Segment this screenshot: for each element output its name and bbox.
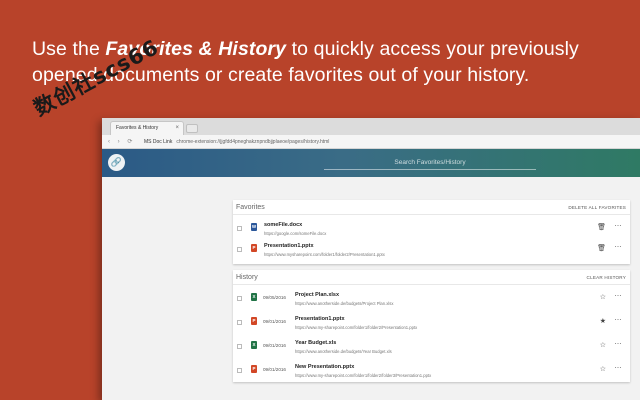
star-icon[interactable]: ☆	[600, 341, 606, 349]
word-file-icon: W	[251, 223, 257, 231]
link-icon[interactable]: 🔗	[108, 154, 125, 171]
address-bar[interactable]: ‹ › ⟳ MS Doc Link chrome-extension://jjg…	[102, 135, 640, 149]
list-item[interactable]: WsomeFile.docx https://google.com/someFil…	[233, 218, 630, 240]
item-date: 09/05/2016	[263, 295, 286, 300]
more-icon[interactable]: ⋯	[615, 364, 622, 372]
navigation-icons[interactable]: ‹ › ⟳	[108, 138, 144, 145]
list-item[interactable]: P 09/01/2016 New Presentation.pptx https://…	[233, 360, 630, 382]
row-checkbox[interactable]	[237, 226, 242, 231]
list-item[interactable]: P Presentation1.pptx https://www.mysharepo…	[233, 239, 630, 261]
star-icon[interactable]: ☆	[600, 365, 606, 373]
row-checkbox[interactable]	[237, 247, 242, 252]
divider	[233, 214, 630, 215]
powerpoint-file-icon: P	[251, 365, 257, 373]
more-icon[interactable]: ⋯	[615, 316, 622, 324]
headline-prefix: Use the	[32, 38, 106, 60]
row-checkbox[interactable]	[237, 320, 242, 325]
item-name[interactable]: New Presentation.pptx	[295, 364, 354, 370]
more-icon[interactable]: ⋯	[615, 340, 622, 348]
favorites-card: Favorites DELETE ALL FAVORITES WsomeFile…	[233, 200, 630, 264]
item-name[interactable]: someFile.docx	[264, 222, 302, 228]
item-url[interactable]: https://www.mysharepoint.com/folder1/fol…	[264, 252, 385, 257]
item-date: 09/01/2016	[263, 367, 286, 372]
item-name[interactable]: Year Budget.xls	[295, 340, 336, 346]
clear-history-button[interactable]: CLEAR HISTORY	[587, 275, 626, 280]
site-name: MS Doc Link	[144, 138, 173, 145]
item-url[interactable]: https://google.com/someFile.docx	[264, 231, 326, 236]
star-icon[interactable]: ★	[600, 317, 606, 325]
list-item[interactable]: X 09/05/2016 Project Plan.xlsx https://www.…	[233, 288, 630, 310]
search-input[interactable]: Search Favorites/History	[324, 155, 536, 170]
divider	[233, 284, 630, 285]
item-name[interactable]: Presentation1.pptx	[264, 243, 314, 249]
item-url[interactable]: https://www.anotherside.de/budgets/Year …	[295, 349, 392, 354]
trash-icon[interactable]: 🗑	[597, 244, 606, 252]
favorites-title: Favorites	[236, 204, 265, 211]
trash-icon[interactable]: 🗑	[597, 223, 606, 231]
tab-title: Favorites & History	[116, 125, 159, 131]
powerpoint-file-icon: P	[251, 317, 257, 325]
row-checkbox[interactable]	[237, 368, 242, 373]
item-name[interactable]: Project Plan.xlsx	[295, 292, 339, 298]
tab-strip: Favorites & History ×	[102, 118, 640, 135]
more-icon[interactable]: ⋯	[615, 222, 622, 230]
history-title: History	[236, 274, 258, 281]
row-checkbox[interactable]	[237, 296, 242, 301]
url-text[interactable]: chrome-extension://jjgfdd4pneghakznpndbj…	[176, 139, 329, 145]
item-url[interactable]: https://www.my-sharepoint.com/folder1/fo…	[295, 325, 417, 330]
more-icon[interactable]: ⋯	[615, 292, 622, 300]
item-url[interactable]: https://www.anotherside.de/budgets/Proje…	[295, 301, 393, 306]
list-item[interactable]: X 09/01/2016 Year Budget.xls https://www.an…	[233, 336, 630, 358]
close-icon[interactable]: ×	[175, 122, 179, 135]
history-card: History CLEAR HISTORY X 09/05/2016 Project…	[233, 270, 630, 382]
tab-favorites-history[interactable]: Favorites & History ×	[110, 121, 184, 135]
excel-file-icon: X	[251, 341, 257, 349]
powerpoint-file-icon: P	[251, 244, 257, 252]
delete-all-favorites-button[interactable]: DELETE ALL FAVORITES	[568, 205, 626, 210]
more-icon[interactable]: ⋯	[615, 243, 622, 251]
row-checkbox[interactable]	[237, 344, 242, 349]
item-url[interactable]: https://www.my-sharepoint.com/folder1/fo…	[295, 373, 431, 378]
app-header: 🔗 Search Favorites/History	[102, 149, 640, 177]
list-item[interactable]: P 09/01/2016 Presentation1.pptx https://www…	[233, 312, 630, 334]
item-name[interactable]: Presentation1.pptx	[295, 316, 345, 322]
star-icon[interactable]: ☆	[600, 293, 606, 301]
new-tab-button[interactable]	[186, 124, 198, 133]
item-date: 09/01/2016	[263, 343, 286, 348]
item-date: 09/01/2016	[263, 319, 286, 324]
excel-file-icon: X	[251, 293, 257, 301]
browser-window: Favorites & History × ‹ › ⟳ MS Doc Link …	[102, 118, 640, 400]
